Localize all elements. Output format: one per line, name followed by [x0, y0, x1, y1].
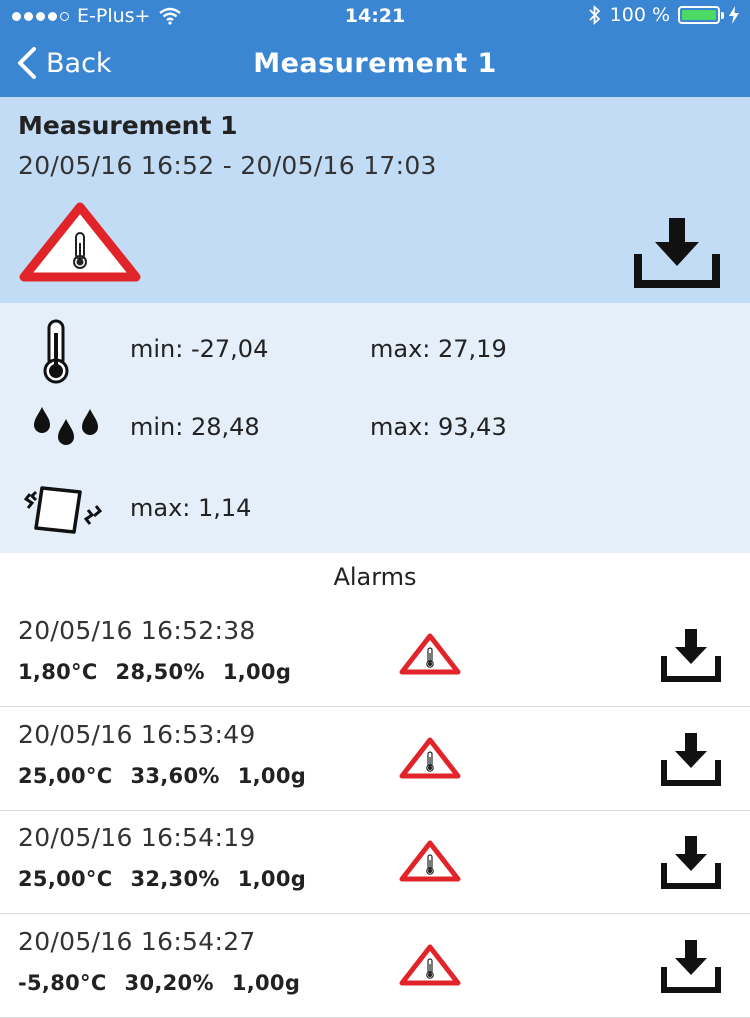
alarm-temperature: 1,80°C	[18, 660, 98, 684]
status-right: 100 %	[588, 4, 740, 26]
download-icon[interactable]	[633, 214, 721, 290]
temperature-stats: min: -27,04 max: 27,19	[0, 319, 750, 384]
alarm-row[interactable]: 20/05/16 16:54:27 -5,80°C 30,20% 1,00g	[0, 915, 750, 1018]
measurement-title: Measurement 1	[18, 111, 238, 140]
temperature-warning-icon	[399, 633, 461, 675]
battery-icon	[678, 6, 724, 24]
alarm-row[interactable]: 20/05/16 16:54:19 25,00°C 32,30% 1,00g	[0, 811, 750, 914]
alarm-time: 20/05/16 16:54:19	[18, 823, 256, 852]
temperature-max: max: 27,19	[370, 335, 507, 363]
temperature-min: min: -27,04	[130, 335, 269, 363]
alarm-humidity: 30,20%	[124, 970, 214, 995]
bluetooth-icon	[589, 5, 600, 25]
status-bar: E-Plus+ 14:21 100 %	[0, 0, 750, 32]
download-icon[interactable]	[660, 937, 722, 995]
download-icon[interactable]	[660, 833, 722, 891]
alarm-shock: 1,00g	[237, 763, 307, 788]
alarm-temperature: -5,80°C	[18, 970, 107, 995]
alarm-temperature: 25,00°C	[18, 867, 113, 891]
measurement-range: 20/05/16 16:52 - 20/05/16 17:03	[18, 151, 437, 180]
temperature-warning-icon	[399, 840, 461, 882]
alarm-shock: 1,00g	[222, 660, 292, 684]
humidity-stats: min: 28,48 max: 93,43	[0, 397, 750, 457]
alarm-row[interactable]: 20/05/16 16:53:49 25,00°C 33,60% 1,00g	[0, 708, 750, 811]
alarm-time: 20/05/16 16:54:27	[18, 926, 256, 956]
top-bar: E-Plus+ 14:21 100 % Back Measurement 1	[0, 0, 750, 97]
alarm-humidity: 32,30%	[130, 867, 220, 891]
alarm-temperature: 25,00°C	[18, 763, 113, 788]
alarm-humidity: 28,50%	[115, 660, 205, 684]
alarm-humidity: 33,60%	[130, 763, 220, 788]
alarm-values: -5,80°C 30,20% 1,00g	[18, 971, 318, 995]
download-icon[interactable]	[660, 626, 722, 684]
alarm-values: 25,00°C 33,60% 1,00g	[18, 764, 324, 788]
charging-icon	[729, 6, 739, 24]
alarm-time: 20/05/16 16:52:38	[18, 616, 256, 645]
navigation-bar: Back Measurement 1	[0, 32, 750, 97]
thermometer-icon	[43, 319, 69, 384]
temperature-warning-icon	[399, 944, 461, 985]
alarm-values: 25,00°C 32,30% 1,00g	[18, 867, 324, 891]
nav-title: Measurement 1	[253, 48, 497, 79]
alarm-shock: 1,00g	[231, 970, 301, 995]
shock-max: max: 1,14	[130, 494, 252, 522]
download-icon[interactable]	[660, 730, 722, 788]
alarm-values: 1,80°C 28,50% 1,00g	[18, 660, 309, 684]
humidity-min: min: 28,48	[130, 413, 260, 441]
shock-stats: max: 1,14	[0, 478, 750, 538]
alarms-section-title: Alarms	[333, 563, 417, 591]
alarm-time: 20/05/16 16:53:49	[18, 719, 256, 749]
statistics-panel: min: -27,04 max: 27,19 min: 28,48 max: 9…	[0, 303, 750, 553]
humidity-max: max: 93,43	[370, 413, 507, 441]
alarm-shock: 1,00g	[237, 867, 307, 891]
temperature-warning-icon	[19, 202, 141, 282]
measurement-header: Measurement 1 20/05/16 16:52 - 20/05/16 …	[0, 97, 750, 303]
temperature-warning-icon	[399, 737, 461, 778]
humidity-drops-icon	[34, 407, 98, 445]
vibration-icon	[23, 486, 102, 534]
battery-percent: 100 %	[609, 4, 670, 26]
alarm-row[interactable]: 20/05/16 16:52:38 1,80°C 28,50% 1,00g	[0, 604, 750, 707]
